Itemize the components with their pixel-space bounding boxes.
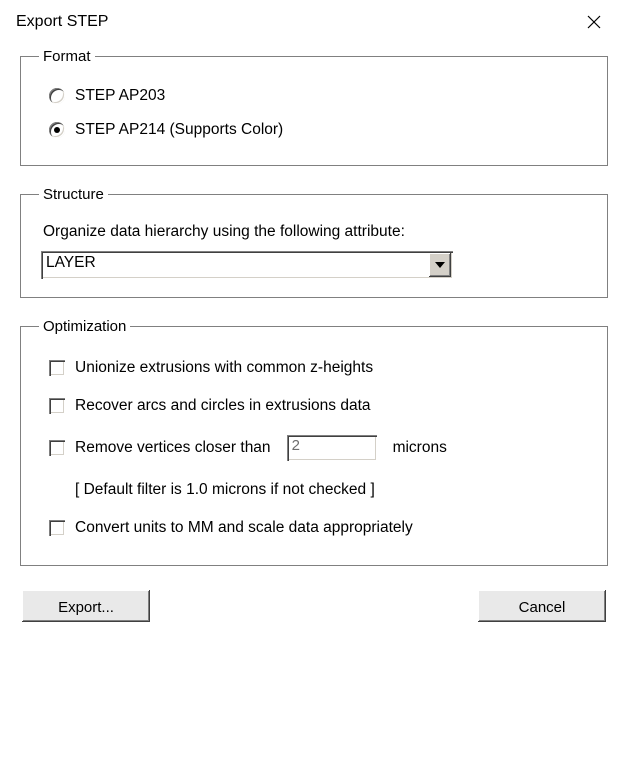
checkbox-icon xyxy=(49,440,65,456)
format-ap203-label: STEP AP203 xyxy=(75,87,165,105)
export-step-dialog: Export STEP Format STEP AP203 STEP AP214… xyxy=(0,0,628,771)
format-ap203-option[interactable]: STEP AP203 xyxy=(39,79,589,113)
structure-group: Structure Organize data hierarchy using … xyxy=(20,186,608,298)
recover-arcs-option[interactable]: Recover arcs and circles in extrusions d… xyxy=(39,387,589,425)
optimization-group: Optimization Unionize extrusions with co… xyxy=(20,318,608,566)
export-button[interactable]: Export... xyxy=(22,590,150,622)
optimization-legend: Optimization xyxy=(39,318,130,335)
dropdown-button[interactable] xyxy=(429,253,451,277)
window-title: Export STEP xyxy=(14,13,108,31)
convert-units-label: Convert units to MM and scale data appro… xyxy=(75,519,413,537)
format-group: Format STEP AP203 STEP AP214 (Supports C… xyxy=(20,48,608,166)
vertex-distance-unit: microns xyxy=(393,439,447,457)
filter-hint: [ Default filter is 1.0 microns if not c… xyxy=(39,471,589,509)
checkbox-icon xyxy=(49,398,65,414)
dialog-body: Format STEP AP203 STEP AP214 (Supports C… xyxy=(0,44,628,622)
remove-vertices-label: Remove vertices closer than xyxy=(75,439,271,457)
unionize-label: Unionize extrusions with common z-height… xyxy=(75,359,373,377)
checkbox-icon xyxy=(49,520,65,536)
vertex-distance-input[interactable]: 2 xyxy=(287,435,377,461)
close-button[interactable] xyxy=(574,8,614,36)
unionize-option[interactable]: Unionize extrusions with common z-height… xyxy=(39,349,589,387)
radio-icon xyxy=(49,88,65,104)
chevron-down-icon xyxy=(435,262,445,268)
format-ap214-label: STEP AP214 (Supports Color) xyxy=(75,121,283,139)
cancel-button[interactable]: Cancel xyxy=(478,590,606,622)
checkbox-icon xyxy=(49,360,65,376)
dialog-buttons: Export... Cancel xyxy=(20,586,608,622)
convert-units-option[interactable]: Convert units to MM and scale data appro… xyxy=(39,509,589,547)
structure-label: Organize data hierarchy using the follow… xyxy=(39,217,589,251)
structure-attribute-value: LAYER xyxy=(41,251,427,279)
close-icon xyxy=(587,15,601,29)
format-ap214-option[interactable]: STEP AP214 (Supports Color) xyxy=(39,113,589,147)
format-legend: Format xyxy=(39,48,95,65)
radio-icon xyxy=(49,122,65,138)
recover-arcs-label: Recover arcs and circles in extrusions d… xyxy=(75,397,371,415)
titlebar: Export STEP xyxy=(0,0,628,44)
structure-attribute-select[interactable]: LAYER xyxy=(41,251,453,279)
structure-legend: Structure xyxy=(39,186,108,203)
remove-vertices-option[interactable]: Remove vertices closer than 2 microns xyxy=(39,425,589,471)
